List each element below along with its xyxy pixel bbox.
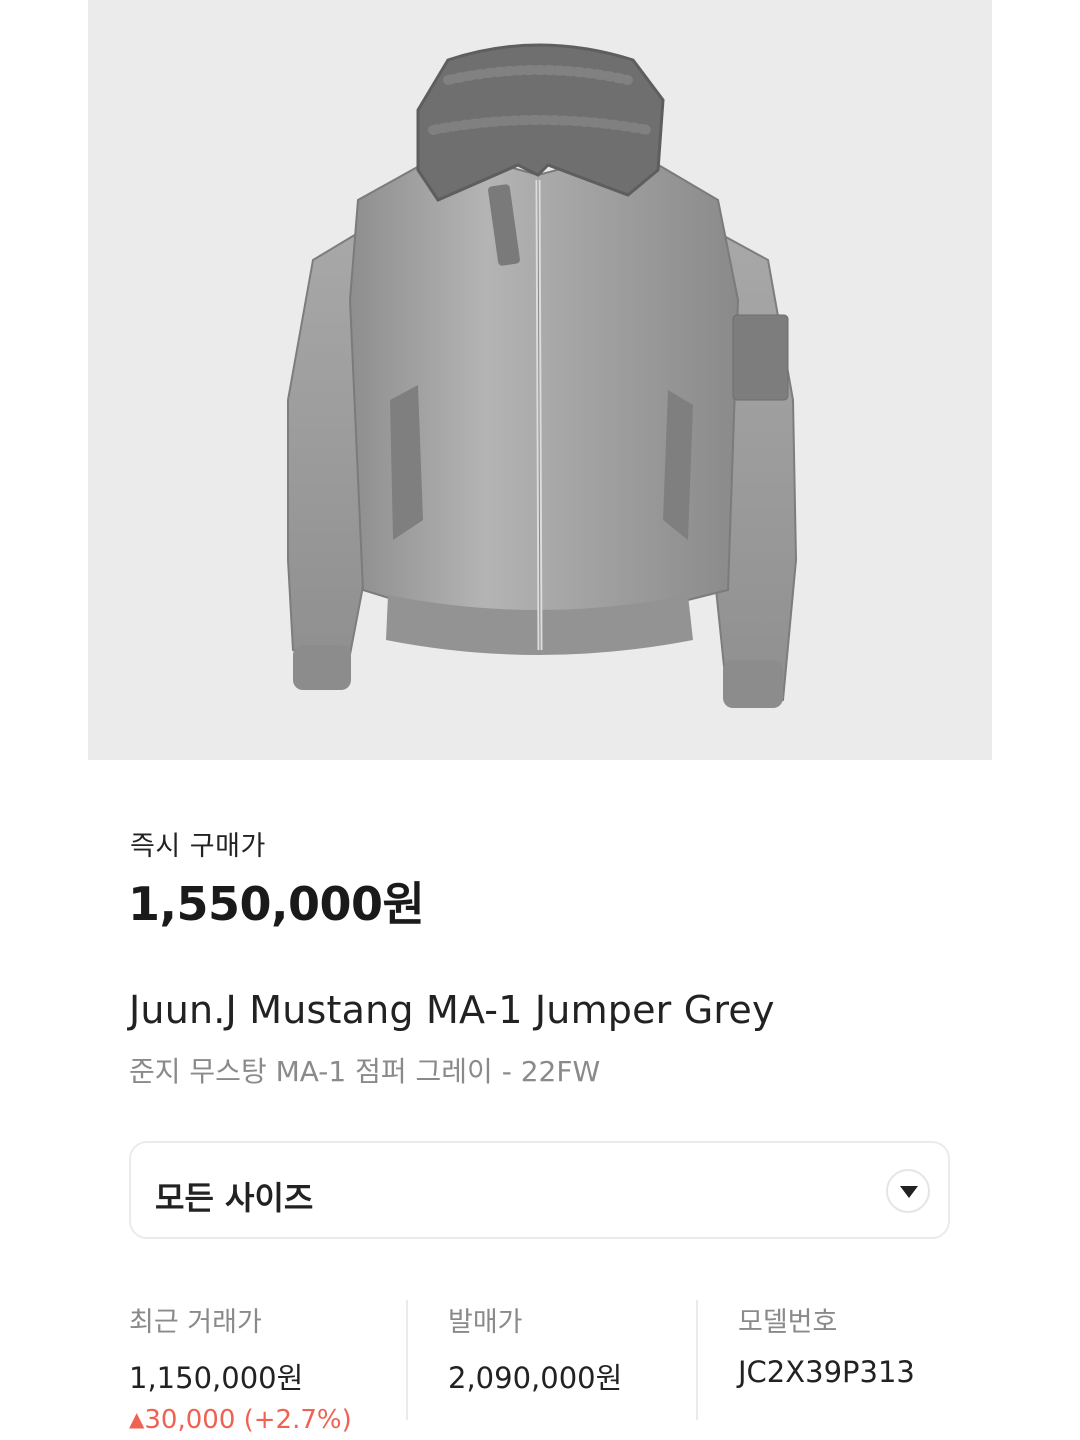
instant-buy-price-label: 즉시 구매가 xyxy=(130,831,266,862)
chevron-down-icon[interactable] xyxy=(886,1169,930,1213)
size-select-label: 모든 사이즈 xyxy=(155,1179,314,1217)
product-name-en: Juun.J Mustang MA-1 Jumper Grey xyxy=(129,988,775,1032)
product-name-ko: 준지 무스탕 MA-1 점퍼 그레이 - 22FW xyxy=(129,1055,601,1088)
product-detail-page: 즉시 구매가 1,550,000원 Juun.J Mustang MA-1 Ju… xyxy=(0,0,1080,1440)
column-divider xyxy=(696,1300,698,1420)
release-price-value: 2,090,000원 xyxy=(448,1361,623,1395)
recent-trade-price-title: 최근 거래가 xyxy=(129,1307,262,1338)
model-number-section: 모델번호 JC2X39P313 xyxy=(738,1300,968,1420)
recent-trade-price-value: 1,150,000원 xyxy=(129,1361,304,1395)
triangle-up-icon: ▲ xyxy=(129,1407,145,1431)
model-number-value: JC2X39P313 xyxy=(738,1355,915,1389)
column-divider xyxy=(406,1300,408,1420)
release-price-title: 발매가 xyxy=(448,1307,523,1338)
release-price-section: 발매가 2,090,000원 xyxy=(448,1300,696,1420)
size-select-dropdown[interactable]: 모든 사이즈 xyxy=(129,1141,950,1239)
product-image[interactable] xyxy=(88,0,992,760)
model-number-title: 모델번호 xyxy=(738,1307,838,1338)
price-change-text: 30,000 (+2.7%) xyxy=(144,1405,352,1435)
triangle-down-glyph xyxy=(900,1186,918,1198)
instant-buy-price: 1,550,000원 xyxy=(128,877,425,931)
recent-trade-price-section: 최근 거래가 1,150,000원 ▲30,000 (+2.7%) xyxy=(129,1300,406,1435)
recent-trade-price-change: ▲30,000 (+2.7%) xyxy=(129,1405,406,1435)
jacket-illustration xyxy=(287,43,798,708)
